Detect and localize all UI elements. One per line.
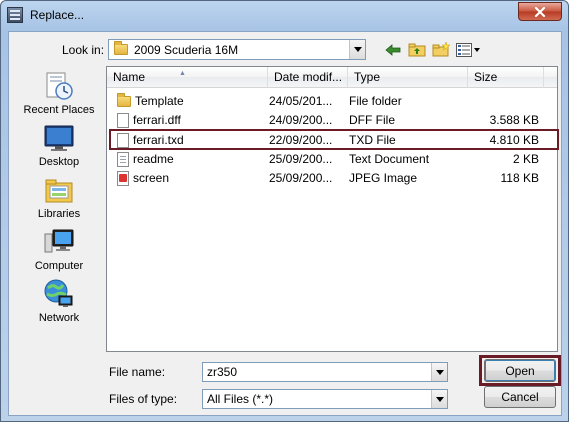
up-folder-icon (408, 43, 426, 57)
column-type-label: Type (354, 70, 381, 84)
file-row[interactable]: Template 24/05/201... File folder (107, 92, 557, 111)
open-button[interactable]: Open (484, 359, 556, 382)
folder-icon (117, 93, 131, 107)
toolbar (383, 41, 481, 58)
file-name-dropdown-arrow[interactable] (431, 363, 447, 381)
close-icon (534, 6, 546, 17)
look-in-label: Look in: (62, 43, 105, 57)
folder-icon (114, 41, 128, 55)
cancel-button-label: Cancel (501, 390, 539, 404)
app-icon (7, 7, 23, 23)
new-folder-icon (432, 42, 450, 57)
window-title: Replace... (30, 8, 85, 22)
desktop-icon (43, 122, 75, 154)
place-label: Recent Places (23, 104, 95, 116)
file-name-value: zr350 (207, 365, 238, 379)
file-type: TXD File (349, 133, 396, 147)
file-size: 4.810 KB (489, 133, 539, 147)
file-name: screen (133, 171, 170, 185)
file-icon (117, 133, 129, 148)
file-type-value: All Files (*.*) (207, 392, 274, 406)
column-header-date[interactable]: Date modif... (268, 67, 348, 88)
column-date-label: Date modif... (274, 70, 343, 84)
dialog-body: Look in: 2009 Scuderia 16M Recent Places… (8, 31, 562, 416)
file-size: 3.588 KB (489, 113, 539, 127)
up-folder-button[interactable] (407, 41, 427, 58)
column-header-name[interactable]: Name ▲ (107, 67, 268, 88)
file-date: 25/09/200... (269, 171, 333, 185)
file-date: 24/09/200... (269, 113, 333, 127)
column-size-label: Size (474, 70, 498, 84)
file-name: ferrari.dff (133, 113, 181, 127)
column-header-size[interactable]: Size (468, 67, 544, 88)
file-type: File folder (349, 94, 402, 108)
new-folder-button[interactable] (431, 41, 451, 58)
view-list-icon (456, 42, 480, 57)
column-header-row: Name ▲ Date modif... Type Size (107, 67, 557, 88)
sort-ascending-icon: ▲ (179, 70, 186, 77)
file-type-label: Files of type: (109, 392, 178, 406)
place-label: Desktop (38, 156, 80, 168)
file-date: 22/09/200... (269, 133, 333, 147)
title-bar[interactable]: Replace... (1, 1, 568, 31)
file-name: ferrari.txd (133, 133, 184, 147)
recent-places-icon (43, 70, 75, 102)
file-size: 118 KB (500, 171, 539, 185)
place-label: Libraries (37, 208, 81, 220)
replace-dialog: Replace... Look in: 2009 Scuderia 16M Re… (0, 0, 569, 422)
place-label: Computer (34, 260, 84, 272)
cancel-button[interactable]: Cancel (484, 386, 556, 408)
file-type-dropdown-arrow[interactable] (431, 390, 447, 408)
chevron-down-icon (435, 369, 444, 375)
file-type: DFF File (349, 113, 395, 127)
file-row[interactable]: screen 25/09/200... JPEG Image 118 KB (107, 169, 557, 188)
file-date: 24/05/201... (269, 94, 333, 108)
file-list[interactable]: Name ▲ Date modif... Type Size Template … (106, 66, 559, 352)
file-type-dropdown[interactable]: All Files (*.*) (202, 389, 448, 409)
file-icon (117, 113, 129, 128)
file-row[interactable]: ferrari.dff 24/09/200... DFF File 3.588 … (107, 111, 557, 130)
image-icon (117, 171, 129, 186)
place-recent-places[interactable]: Recent Places (14, 70, 104, 116)
look-in-value: 2009 Scuderia 16M (134, 42, 239, 57)
place-label: Network (38, 312, 80, 324)
file-type: Text Document (349, 152, 430, 166)
back-arrow-icon (385, 43, 401, 56)
column-name-label: Name (113, 70, 146, 84)
look-in-dropdown-arrow[interactable] (349, 40, 365, 59)
computer-icon (43, 226, 75, 258)
chevron-down-icon (353, 47, 362, 52)
view-menu-button[interactable] (455, 41, 481, 58)
file-name-input[interactable]: zr350 (202, 362, 448, 382)
file-row[interactable]: readme 25/09/200... Text Document 2 KB (107, 150, 557, 169)
chevron-down-icon (435, 396, 444, 402)
file-row-selected[interactable]: ferrari.txd 22/09/200... TXD File 4.810 … (107, 131, 557, 150)
file-name: readme (133, 152, 174, 166)
file-size: 2 KB (512, 152, 539, 166)
network-icon (43, 278, 75, 310)
open-button-label: Open (505, 363, 535, 378)
column-header-type[interactable]: Type (348, 67, 468, 88)
look-in-dropdown[interactable]: 2009 Scuderia 16M (108, 39, 366, 60)
libraries-icon (43, 174, 75, 206)
place-computer[interactable]: Computer (14, 226, 104, 272)
file-name-label: File name: (109, 365, 166, 379)
text-file-icon (117, 152, 129, 167)
place-libraries[interactable]: Libraries (14, 174, 104, 220)
place-network[interactable]: Network (14, 278, 104, 324)
back-button[interactable] (383, 41, 403, 58)
place-desktop[interactable]: Desktop (14, 122, 104, 168)
file-name: Template (135, 94, 184, 108)
file-date: 25/09/200... (269, 152, 333, 166)
file-type: JPEG Image (349, 171, 418, 185)
close-button[interactable] (518, 2, 562, 21)
